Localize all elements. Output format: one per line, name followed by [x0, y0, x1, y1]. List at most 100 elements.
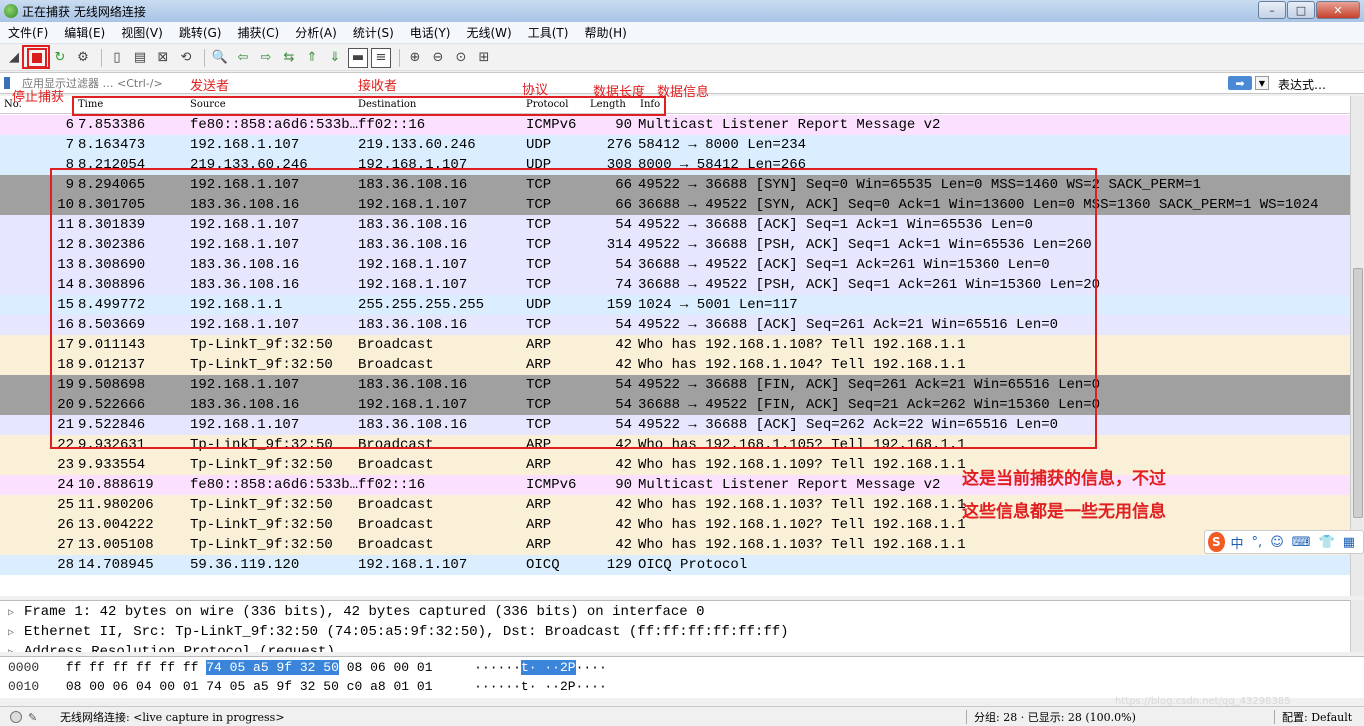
- bookmark-icon[interactable]: [4, 77, 10, 89]
- expression-button[interactable]: 表达式…: [1278, 76, 1326, 93]
- column-header-time[interactable]: Time: [78, 99, 103, 110]
- find-packet-icon[interactable]: 🔍: [210, 48, 230, 68]
- table-row[interactable]: 15 8.499772 192.168.1.1 255.255.255.255 UDP 1…: [0, 295, 1350, 315]
- zoom-reset-icon[interactable]: ⊙: [451, 48, 471, 68]
- sogou-logo-icon[interactable]: S: [1208, 532, 1225, 552]
- menu-edit[interactable]: 编辑(E): [56, 24, 113, 41]
- packet-info: 58412 → 8000 Len=234: [638, 137, 807, 153]
- ime-mode-toggle[interactable]: 中: [1231, 533, 1244, 552]
- packet-protocol: TCP: [526, 417, 552, 433]
- table-row[interactable]: 10 8.301705 183.36.108.16 192.168.1.107 TCP 6…: [0, 195, 1350, 215]
- expert-info-icon[interactable]: [10, 710, 22, 723]
- go-first-icon[interactable]: ⇑: [302, 48, 322, 68]
- menu-wireless[interactable]: 无线(W): [459, 24, 520, 41]
- table-row[interactable]: 21 9.522846 192.168.1.107 183.36.108.16 TCP 5…: [0, 415, 1350, 435]
- menu-statistics[interactable]: 统计(S): [345, 24, 402, 41]
- ime-tools-icon[interactable]: ▦: [1343, 535, 1355, 550]
- packet-length: 54: [615, 377, 632, 393]
- table-row[interactable]: 7 8.163473 192.168.1.107 219.133.60.246 UDP 2…: [0, 135, 1350, 155]
- restart-capture-icon[interactable]: ↻: [50, 48, 70, 68]
- zoom-in-icon[interactable]: ⊕: [405, 48, 425, 68]
- scrollbar-thumb[interactable]: [1353, 268, 1363, 518]
- column-header-destination[interactable]: Destination: [358, 99, 416, 110]
- menu-telephony[interactable]: 电话(Y): [402, 24, 459, 41]
- detail-row-ethernet[interactable]: ▷ Ethernet II, Src: Tp-LinkT_9f:32:50 (74…: [8, 622, 789, 642]
- expand-arrow-icon[interactable]: ▷: [8, 604, 24, 624]
- maximize-button[interactable]: □: [1287, 1, 1315, 19]
- go-back-icon[interactable]: ⇦: [233, 48, 253, 68]
- open-file-icon[interactable]: ▯: [107, 48, 127, 68]
- table-row[interactable]: 16 8.503669 192.168.1.107 183.36.108.16 TCP 5…: [0, 315, 1350, 335]
- menu-help[interactable]: 帮助(H): [576, 24, 634, 41]
- column-header-info[interactable]: Info: [640, 99, 660, 110]
- table-row[interactable]: 13 8.308690 183.36.108.16 192.168.1.107 TCP 5…: [0, 255, 1350, 275]
- stop-capture-button[interactable]: [27, 47, 47, 68]
- column-header-source[interactable]: Source: [190, 99, 226, 110]
- close-file-icon[interactable]: ⊠: [153, 48, 173, 68]
- table-row[interactable]: 8 8.212054 219.133.60.246 192.168.1.107 UDP 3…: [0, 155, 1350, 175]
- ime-skin-icon[interactable]: 👕: [1319, 535, 1335, 550]
- bytes-row[interactable]: 0000 ff ff ff ff ff ff 74 05 a5 9f 32 50…: [8, 658, 607, 677]
- close-button[interactable]: ✕: [1316, 1, 1360, 19]
- table-row[interactable]: 9 8.294065 192.168.1.107 183.36.108.16 TCP 66…: [0, 175, 1350, 195]
- column-header-length[interactable]: Length: [590, 99, 626, 110]
- colorize-icon[interactable]: ≡: [371, 47, 391, 68]
- detail-row-arp[interactable]: ▷Address Resolution Protocol (request): [8, 642, 335, 652]
- table-row[interactable]: 6 7.853386 fe80::858:a6d6:533b… ff02::16 ICM…: [0, 115, 1350, 135]
- packet-protocol: TCP: [526, 257, 552, 273]
- table-row[interactable]: 20 9.522666 183.36.108.16 192.168.1.107 TCP 5…: [0, 395, 1350, 415]
- table-row[interactable]: 11 8.301839 192.168.1.107 183.36.108.16 TCP 5…: [0, 215, 1350, 235]
- packet-protocol: TCP: [526, 397, 552, 413]
- packet-length: 90: [615, 117, 632, 133]
- packet-time: 7.853386: [78, 117, 146, 133]
- packet-protocol: ICMPv6: [526, 477, 577, 493]
- table-row[interactable]: 27 13.005108 Tp-LinkT_9f:32:50 Broadcast ARP…: [0, 535, 1350, 555]
- bytes-ascii: ··2P····: [536, 679, 607, 694]
- packet-destination: 192.168.1.107: [358, 557, 468, 573]
- zoom-out-icon[interactable]: ⊖: [428, 48, 448, 68]
- table-row[interactable]: 19 9.508698 192.168.1.107 183.36.108.16 TCP 5…: [0, 375, 1350, 395]
- table-row[interactable]: 14 8.308896 183.36.108.16 192.168.1.107 TCP 7…: [0, 275, 1350, 295]
- menu-go[interactable]: 跳转(G): [171, 24, 230, 41]
- filter-history-dropdown[interactable]: ▼: [1255, 76, 1269, 90]
- packet-list-scrollbar[interactable]: [1350, 96, 1364, 596]
- expand-arrow-icon[interactable]: ▷: [8, 644, 24, 652]
- packet-no: 14: [57, 277, 74, 293]
- menu-capture[interactable]: 捕获(C): [229, 24, 287, 41]
- menu-view[interactable]: 视图(V): [113, 24, 171, 41]
- column-header-protocol[interactable]: Protocol: [526, 99, 568, 110]
- go-last-icon[interactable]: ⇓: [325, 48, 345, 68]
- go-forward-icon[interactable]: ⇨: [256, 48, 276, 68]
- capture-comment-icon[interactable]: ✎: [28, 711, 42, 724]
- packet-protocol: ARP: [526, 537, 552, 553]
- table-row[interactable]: 28 14.708945 59.36.119.120 192.168.1.107 OIC…: [0, 555, 1350, 575]
- save-file-icon[interactable]: ▤: [130, 48, 150, 68]
- menu-file[interactable]: 文件(F): [0, 24, 56, 41]
- shark-fin-icon[interactable]: ◢: [4, 48, 24, 68]
- sogou-ime-bar[interactable]: S 中 °, ☺ ⌨ 👕 ▦: [1204, 530, 1364, 554]
- ime-keyboard-icon[interactable]: ⌨: [1292, 535, 1311, 550]
- reload-file-icon[interactable]: ⟲: [176, 48, 196, 68]
- packet-time: 8.308690: [78, 257, 146, 273]
- ime-punctuation-icon[interactable]: °,: [1252, 535, 1263, 550]
- capture-options-icon[interactable]: ⚙: [73, 48, 93, 68]
- table-row[interactable]: 18 9.012137 Tp-LinkT_9f:32:50 Broadcast ARP 4…: [0, 355, 1350, 375]
- packet-info: 49522 → 36688 [ACK] Seq=262 Ack=22 Win=6…: [638, 417, 1059, 433]
- minimize-button[interactable]: –: [1258, 1, 1286, 19]
- resize-columns-icon[interactable]: ⊞: [474, 48, 494, 68]
- details-scrollbar[interactable]: [1350, 600, 1364, 652]
- table-row[interactable]: 17 9.011143 Tp-LinkT_9f:32:50 Broadcast ARP 4…: [0, 335, 1350, 355]
- menu-analyze[interactable]: 分析(A): [287, 24, 345, 41]
- table-row[interactable]: 12 8.302386 192.168.1.107 183.36.108.16 TCP 3…: [0, 235, 1350, 255]
- menu-tools[interactable]: 工具(T): [520, 24, 577, 41]
- bytes-row[interactable]: 0010 08 00 06 04 00 01 74 05 a5 9f 32 50…: [8, 677, 607, 696]
- go-to-packet-icon[interactable]: ⇆: [279, 48, 299, 68]
- auto-scroll-icon[interactable]: ▬: [348, 47, 368, 68]
- detail-row-frame[interactable]: ▷ Frame 1: 42 bytes on wire (336 bits), 4…: [8, 602, 705, 622]
- packet-info: Who has 192.168.1.104? Tell 192.168.1.1: [638, 357, 966, 373]
- table-row[interactable]: 22 9.932631 Tp-LinkT_9f:32:50 Broadcast ARP 4…: [0, 435, 1350, 455]
- expand-arrow-icon[interactable]: ▷: [8, 624, 24, 644]
- ime-emoji-icon[interactable]: ☺: [1270, 535, 1284, 550]
- apply-filter-button[interactable]: ➡: [1228, 76, 1252, 90]
- profile-status[interactable]: 配置: Default: [1282, 709, 1352, 725]
